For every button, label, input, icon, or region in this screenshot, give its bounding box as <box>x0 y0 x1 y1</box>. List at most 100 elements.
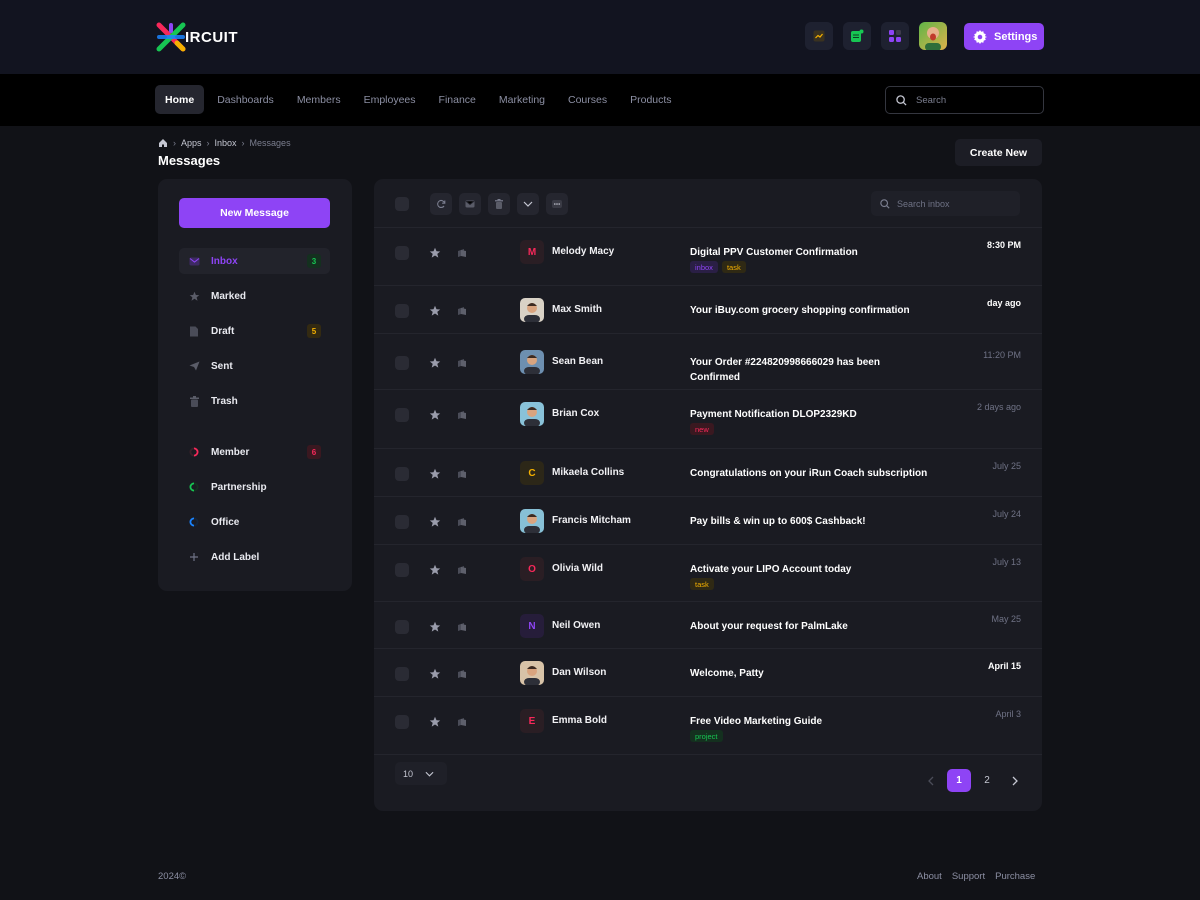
message-checkbox[interactable] <box>395 246 409 260</box>
refresh-icon <box>437 199 446 209</box>
settings-label: Settings <box>994 30 1038 43</box>
message-checkbox[interactable] <box>395 408 409 422</box>
trash-icon <box>495 199 503 209</box>
folder-trash[interactable]: Trash <box>179 388 330 414</box>
nav-marketing[interactable]: Marketing <box>489 85 555 114</box>
footer-purchase-link[interactable]: Purchase <box>995 871 1035 882</box>
nav-finance[interactable]: Finance <box>429 85 486 114</box>
nav-members[interactable]: Members <box>287 85 351 114</box>
star-icon[interactable] <box>429 305 441 317</box>
important-icon[interactable] <box>457 306 467 316</box>
important-icon[interactable] <box>457 469 467 479</box>
message-row[interactable]: E Emma Bold Free Video Marketing Guide proj… <box>374 697 1042 755</box>
star-icon[interactable] <box>429 516 441 528</box>
important-icon[interactable] <box>457 717 467 727</box>
chevron-left-icon <box>928 776 934 785</box>
star-icon[interactable] <box>429 564 441 576</box>
global-search-input[interactable]: Search <box>885 86 1044 114</box>
label-partnership[interactable]: Partnership <box>179 474 330 500</box>
folder-draft[interactable]: Draft 5 <box>179 318 330 344</box>
message-checkbox[interactable] <box>395 356 409 370</box>
folder-marked[interactable]: Marked <box>179 283 330 309</box>
nav-home[interactable]: Home <box>155 85 205 114</box>
star-icon[interactable] <box>429 409 441 421</box>
breadcrumb: › Apps › Inbox › Messages <box>158 138 291 148</box>
options-button[interactable] <box>546 193 568 215</box>
page-2-button[interactable]: 2 <box>975 769 999 792</box>
nav-courses[interactable]: Courses <box>558 85 617 114</box>
folder-inbox[interactable]: Inbox 3 <box>179 248 330 274</box>
message-row[interactable]: M Melody Macy Digital PPV Customer Confirm… <box>374 228 1042 286</box>
important-icon[interactable] <box>457 669 467 679</box>
important-icon[interactable] <box>457 358 467 368</box>
user-avatar[interactable] <box>919 22 947 50</box>
message-checkbox[interactable] <box>395 563 409 577</box>
nav-products[interactable]: Products <box>620 85 681 114</box>
message-row[interactable]: N Neil Owen About your request for PalmLak… <box>374 602 1042 649</box>
message-row[interactable]: Francis Mitcham Pay bills & win up to 600… <box>374 497 1042 545</box>
message-checkbox[interactable] <box>395 304 409 318</box>
select-all-checkbox[interactable] <box>395 197 409 211</box>
sender-name: Mikaela Collins <box>552 467 625 478</box>
important-icon[interactable] <box>457 622 467 632</box>
nav-dashboards[interactable]: Dashboards <box>207 85 284 114</box>
apps-button[interactable] <box>881 22 909 50</box>
message-subject: Your iBuy.com grocery shopping confirmat… <box>690 305 910 316</box>
message-checkbox[interactable] <box>395 620 409 634</box>
message-row[interactable]: Dan Wilson Welcome, Patty April 15 <box>374 649 1042 697</box>
message-row[interactable]: Max Smith Your iBuy.com grocery shopping … <box>374 286 1042 334</box>
star-icon[interactable] <box>429 668 441 680</box>
delete-button[interactable] <box>488 193 510 215</box>
next-page-button[interactable] <box>1003 769 1027 792</box>
label-member[interactable]: Member 6 <box>179 439 330 465</box>
page-1-button[interactable]: 1 <box>947 769 971 792</box>
tag-badge: task <box>690 578 714 590</box>
star-icon[interactable] <box>429 716 441 728</box>
star-icon[interactable] <box>429 247 441 259</box>
message-checkbox[interactable] <box>395 515 409 529</box>
message-row[interactable]: C Mikaela Collins Congratulations on your … <box>374 449 1042 497</box>
global-search-placeholder: Search <box>916 94 947 106</box>
add-label-button[interactable]: Add Label <box>179 544 330 570</box>
message-time: April 3 <box>995 709 1021 719</box>
star-icon[interactable] <box>429 621 441 633</box>
home-icon[interactable] <box>158 138 168 148</box>
logo[interactable]: IRCUIT <box>155 21 238 53</box>
breadcrumb-apps[interactable]: Apps <box>181 138 202 148</box>
search-icon <box>880 198 890 209</box>
sender-name: Francis Mitcham <box>552 515 631 526</box>
settings-button[interactable]: Settings <box>964 23 1044 50</box>
footer-about-link[interactable]: About <box>917 871 942 882</box>
create-new-button[interactable]: Create New <box>955 139 1042 166</box>
notes-button[interactable] <box>843 22 871 50</box>
nav-employees[interactable]: Employees <box>354 85 426 114</box>
breadcrumb-inbox[interactable]: Inbox <box>215 138 237 148</box>
message-row[interactable]: O Olivia Wild Activate your LIPO Account t… <box>374 545 1042 602</box>
folder-sent[interactable]: Sent <box>179 353 330 379</box>
message-checkbox[interactable] <box>395 715 409 729</box>
new-message-button[interactable]: New Message <box>179 198 330 228</box>
prev-page-button[interactable] <box>919 769 943 792</box>
footer-support-link[interactable]: Support <box>952 871 985 882</box>
message-row[interactable]: Brian Cox Payment Notification DLOP2329KD… <box>374 390 1042 449</box>
mark-read-button[interactable] <box>459 193 481 215</box>
important-icon[interactable] <box>457 565 467 575</box>
star-icon[interactable] <box>429 468 441 480</box>
per-page-select[interactable]: 10 <box>395 762 447 785</box>
important-icon[interactable] <box>457 517 467 527</box>
more-dropdown-button[interactable] <box>517 193 539 215</box>
inbox-search-input[interactable]: Search inbox <box>871 191 1020 216</box>
important-icon[interactable] <box>457 410 467 420</box>
message-row[interactable]: Sean Bean Your Order #224820998666029 has… <box>374 334 1042 390</box>
refresh-button[interactable] <box>430 193 452 215</box>
label-office[interactable]: Office <box>179 509 330 535</box>
mail-sidebar: New Message Inbox 3 Marked Draft 5 Sent … <box>158 179 352 591</box>
message-subject: Your Order #224820998666029 has been Con… <box>690 357 880 383</box>
message-time: May 25 <box>991 614 1021 624</box>
chart-button[interactable] <box>805 22 833 50</box>
star-icon[interactable] <box>429 357 441 369</box>
message-checkbox[interactable] <box>395 667 409 681</box>
message-checkbox[interactable] <box>395 467 409 481</box>
tag-badge: project <box>690 730 723 742</box>
important-icon[interactable] <box>457 248 467 258</box>
